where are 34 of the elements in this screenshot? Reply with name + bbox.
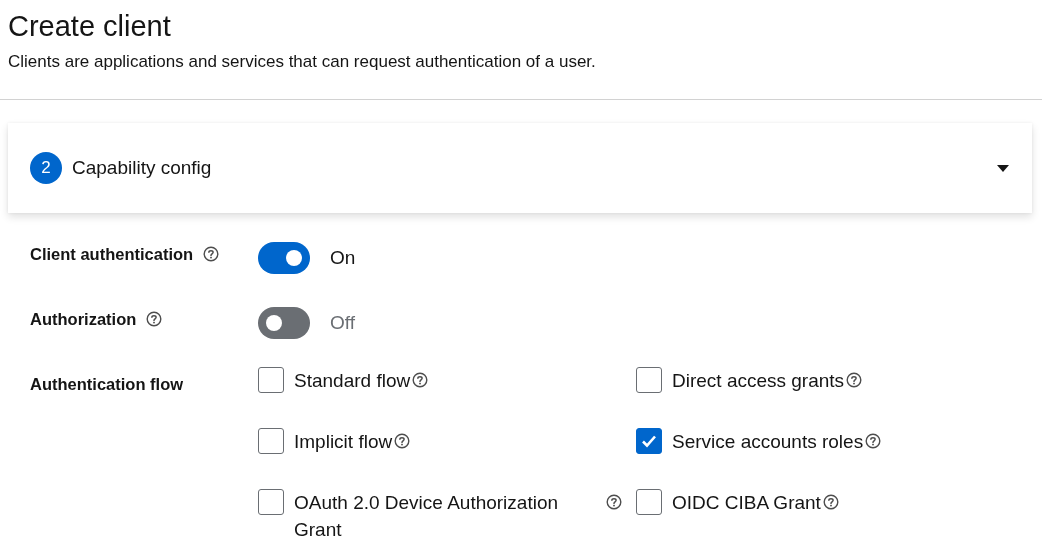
- help-icon[interactable]: [865, 433, 882, 449]
- toggle-state: Off: [330, 312, 355, 334]
- checkbox-label[interactable]: OAuth 2.0 Device Authorization Grant: [294, 489, 604, 543]
- help-icon[interactable]: [146, 311, 163, 327]
- help-icon[interactable]: [412, 372, 429, 388]
- page-description: Clients are applications and services that can request authentication of a user.: [8, 51, 597, 73]
- help-icon[interactable]: [606, 494, 622, 510]
- field-label: Client authentication: [30, 244, 194, 264]
- checkbox[interactable]: [636, 428, 662, 454]
- step-header[interactable]: 2 Capability config: [8, 123, 1032, 213]
- help-icon[interactable]: [822, 494, 839, 510]
- checkmark-icon: [641, 434, 657, 448]
- toggle-switch[interactable]: [258, 307, 310, 339]
- page-title: Create client: [7, 9, 172, 44]
- caret-icon[interactable]: [996, 163, 1010, 173]
- field-label: Authentication flow: [30, 374, 184, 394]
- step-title: Capability config: [72, 157, 213, 179]
- checkbox[interactable]: [636, 367, 662, 393]
- toggle-state: On: [330, 247, 356, 269]
- checkbox-label[interactable]: Service accounts roles: [672, 428, 864, 455]
- checkbox[interactable]: [258, 428, 284, 454]
- help-icon[interactable]: [394, 433, 411, 449]
- checkbox[interactable]: [636, 489, 662, 515]
- checkbox-label[interactable]: Standard flow: [294, 367, 411, 394]
- checkbox-label[interactable]: OIDC CIBA Grant: [672, 489, 821, 516]
- help-icon[interactable]: [846, 372, 863, 388]
- checkbox-label[interactable]: Implicit flow: [294, 428, 393, 455]
- toggle-switch[interactable]: [258, 242, 310, 274]
- help-icon[interactable]: [203, 246, 220, 262]
- checkbox-label[interactable]: Direct access grants: [672, 367, 845, 394]
- checkbox[interactable]: [258, 489, 284, 515]
- step-number: 2: [30, 152, 62, 184]
- field-label: Authorization: [30, 309, 137, 329]
- checkbox[interactable]: [258, 367, 284, 393]
